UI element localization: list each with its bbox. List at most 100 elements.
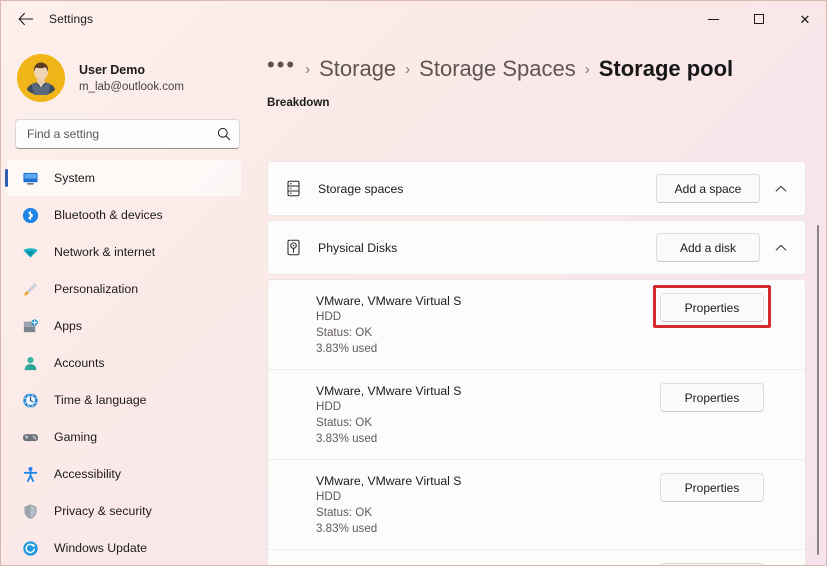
disk-type: HDD [316,490,342,503]
back-button[interactable] [9,4,43,34]
person-icon [21,354,39,372]
disk-status: Status: OK [316,416,373,429]
storage-spaces-header: Storage spaces Add a space [268,162,805,215]
disk-name: VMware, VMware Virtual S [316,294,462,308]
storage-spaces-icon [282,178,304,200]
disk-action: Properties [660,562,795,565]
apps-icon [21,317,39,335]
disk-list: VMware, VMware Virtual S HDD Status: OK … [267,279,806,565]
close-button[interactable]: ✕ [782,1,826,37]
sidebar-item-label: Time & language [54,393,147,407]
disk-info: VMware, VMware Virtual S HDD Status: OK … [316,562,461,565]
update-icon [21,539,39,557]
sidebar-item-system[interactable]: System [5,160,241,196]
search-input[interactable] [27,127,217,141]
properties-button[interactable]: Properties [660,383,764,412]
sidebar-item-label: Accounts [54,356,105,370]
breadcrumb: ••• › Storage › Storage Spaces › Storage… [249,37,826,87]
avatar [17,54,65,102]
disk-action: Properties [660,472,795,502]
settings-window: Settings ✕ User Demo m_lab@outlook.com F… [0,0,827,566]
account-email: m_lab@outlook.com [79,80,184,93]
storage-spaces-actions: Add a space [656,174,795,203]
hard-disk-icon [282,237,304,259]
sidebar-item-label: Network & internet [54,245,156,259]
breadcrumb-separator: › [405,60,411,78]
gamepad-icon [21,428,39,446]
disk-used: 3.83% used [316,432,378,445]
breadcrumb-overflow-button[interactable]: ••• [267,53,296,80]
breadcrumb-item-storage[interactable]: Storage [319,56,396,82]
breadcrumb-separator: › [584,60,590,78]
sidebar: User Demo m_lab@outlook.com S [1,37,249,565]
storage-spaces-card: Storage spaces Add a space [267,161,806,216]
sidebar-item-personalization[interactable]: Personalization [7,271,241,307]
disk-status: Status: OK [316,326,373,339]
add-a-disk-button[interactable]: Add a disk [656,233,760,262]
properties-button[interactable]: Properties [660,473,764,502]
scrollbar-thumb[interactable] [817,225,819,555]
breadcrumb-separator: › [305,60,311,78]
physical-disks-actions: Add a disk [656,233,795,262]
disk-action: Properties [660,382,795,412]
window-title: Settings [49,12,94,26]
wifi-icon [21,243,39,261]
chevron-up-icon [775,244,787,251]
sidebar-item-accounts[interactable]: Accounts [7,345,241,381]
breadcrumb-item-storage-spaces[interactable]: Storage Spaces [419,56,576,82]
sidebar-item-label: Privacy & security [54,504,152,518]
disk-info: VMware, VMware Virtual S HDD Status: OK … [316,472,461,537]
sidebar-item-windows-update[interactable]: Windows Update [7,530,241,565]
breakdown-cards: Storage spaces Add a space Physical Disk… [267,161,806,565]
disk-name: VMware, VMware Virtual S [316,474,462,488]
sidebar-item-label: Windows Update [54,541,147,555]
disk-info: VMware, VMware Virtual S HDD Status: OK … [316,382,461,447]
physical-disks-card: Physical Disks Add a disk [267,220,806,275]
disk-status: Status: OK [316,506,373,519]
disk-type: HDD [316,400,342,413]
properties-button[interactable]: Properties [660,293,764,322]
sidebar-item-label: Accessibility [54,467,121,481]
disk-used: 3.83% used [316,522,378,535]
search-box[interactable] [15,119,240,149]
physical-disks-collapse-toggle[interactable] [767,234,795,262]
minimize-button[interactable] [690,1,736,37]
disk-row: VMware, VMware Virtual S HDD Status: OK … [268,280,805,369]
sidebar-item-time-language[interactable]: Time & language [7,382,241,418]
account-block[interactable]: User Demo m_lab@outlook.com [1,37,249,109]
disk-row: VMware, VMware Virtual S HDD Status: OK … [268,549,805,565]
vertical-scrollbar[interactable] [813,37,823,563]
disk-action: Properties [653,285,795,328]
disk-row: VMware, VMware Virtual S HDD Status: OK … [268,369,805,459]
minimize-icon [707,18,719,20]
clock-globe-icon [21,391,39,409]
search-icon[interactable] [217,127,231,141]
disk-info: VMware, VMware Virtual S HDD Status: OK … [316,292,461,357]
account-name: User Demo [79,62,145,77]
maximize-icon [754,14,764,24]
bluetooth-icon [21,206,39,224]
paintbrush-icon [21,280,39,298]
disk-name: VMware, VMware Virtual S [316,384,462,398]
sidebar-item-apps[interactable]: Apps [7,308,241,344]
section-title: Breakdown [267,96,330,109]
content-area: ••• › Storage › Storage Spaces › Storage… [249,37,826,565]
sidebar-item-network-internet[interactable]: Network & internet [7,234,241,270]
sidebar-item-accessibility[interactable]: Accessibility [7,456,241,492]
sidebar-item-privacy-security[interactable]: Privacy & security [7,493,241,529]
maximize-button[interactable] [736,1,782,37]
disk-used: 3.83% used [316,342,378,355]
close-icon: ✕ [799,11,811,27]
sidebar-item-bluetooth-devices[interactable]: Bluetooth & devices [7,197,241,233]
storage-spaces-collapse-toggle[interactable] [767,175,795,203]
display-icon [21,169,39,187]
disk-row: VMware, VMware Virtual S HDD Status: OK … [268,459,805,549]
breadcrumb-item-storage-pool: Storage pool [598,56,734,81]
sidebar-item-gaming[interactable]: Gaming [7,419,241,455]
shield-icon [21,502,39,520]
sidebar-nav: System Bluetooth & devices Network & int… [1,160,249,565]
add-a-space-button[interactable]: Add a space [656,174,760,203]
sidebar-item-label: Personalization [54,282,139,296]
arrow-left-icon [18,12,34,26]
accessibility-icon [21,465,39,483]
